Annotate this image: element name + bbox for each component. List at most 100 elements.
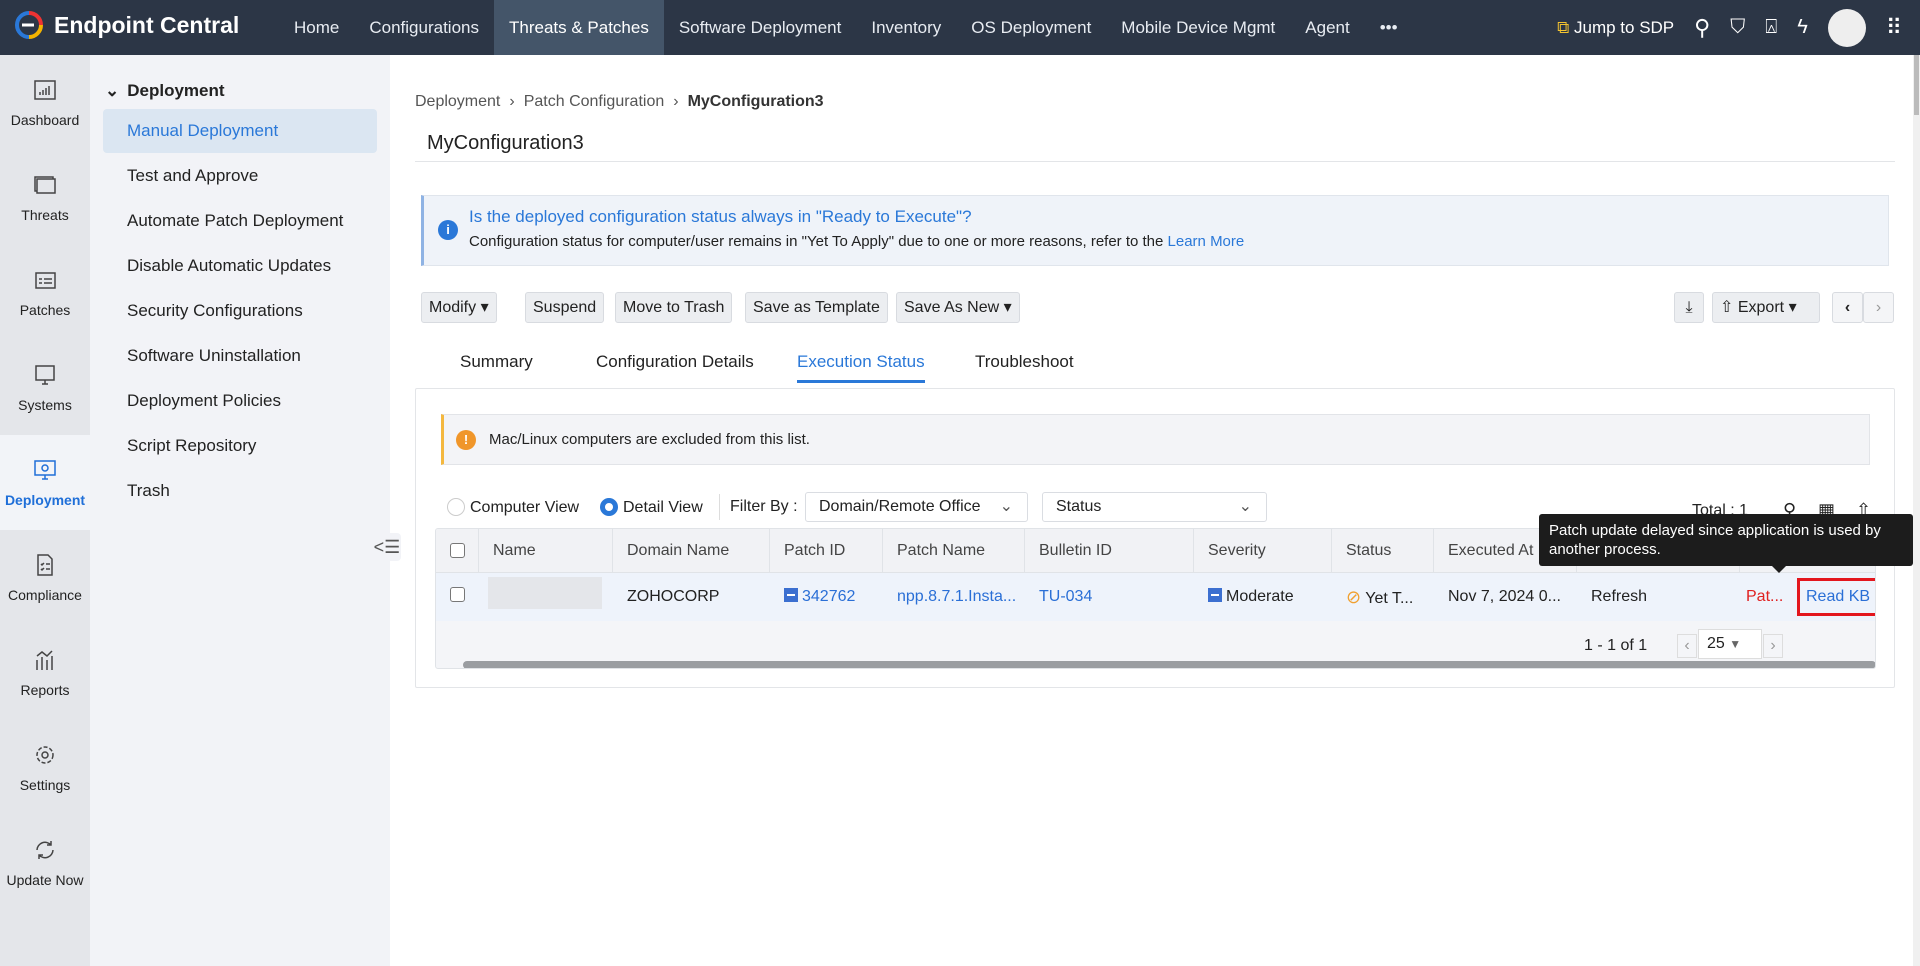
collapse-sidebar-icon[interactable]: <☰ — [373, 533, 401, 561]
rail-dashboard[interactable]: Dashboard — [0, 55, 90, 150]
radio-on — [600, 498, 618, 516]
cell-remarks: Refresh — [1591, 588, 1648, 605]
name-redacted — [488, 577, 602, 609]
row-checkbox[interactable] — [450, 587, 465, 602]
caret-down-icon: ▼ — [1729, 637, 1742, 651]
search-icon[interactable]: ⚲ — [1694, 15, 1710, 41]
col-patch-name[interactable]: Patch Name — [883, 529, 1025, 573]
domain-filter-select[interactable]: Domain/Remote Office ⌄ — [805, 492, 1028, 522]
table-row[interactable]: ZOHOCORP 342762 npp.8.7.1.Insta... TU-03… — [436, 573, 1875, 668]
rail-threats[interactable]: Threats — [0, 150, 90, 245]
shield-alert-icon[interactable]: ⛉ — [1730, 16, 1745, 39]
sidebar-item-script-repository[interactable]: Script Repository — [103, 424, 377, 468]
cell-patch-id[interactable]: 342762 — [770, 573, 855, 621]
chevron-right-icon: › — [673, 93, 679, 110]
logo-icon — [15, 11, 43, 39]
apps-grid-icon[interactable]: ⠿ — [1886, 15, 1902, 41]
page-scrollbar[interactable] — [1913, 55, 1920, 966]
sidebar-item-test-approve[interactable]: Test and Approve — [103, 154, 377, 198]
info-banner: i Is the deployed configuration status a… — [421, 195, 1889, 266]
radio-off — [447, 498, 465, 516]
main-nav: Home Configurations Threats & Patches So… — [279, 0, 1413, 55]
rail-update-now[interactable]: Update Now — [0, 815, 90, 910]
breadcrumb-current: MyConfiguration3 — [687, 93, 824, 110]
cell-patch-name[interactable]: npp.8.7.1.Insta... — [883, 573, 1025, 621]
sidebar-item-deployment-policies[interactable]: Deployment Policies — [103, 379, 377, 423]
learn-more-link[interactable]: Learn More — [1168, 233, 1245, 250]
nav-software-deployment[interactable]: Software Deployment — [664, 0, 857, 55]
tab-summary[interactable]: Summary — [460, 352, 533, 372]
top-bar: Endpoint Central Home Configurations Thr… — [0, 0, 1920, 55]
save-as-template-button[interactable]: Save as Template — [745, 292, 888, 323]
caret-down-icon: ▾ — [1003, 299, 1012, 316]
pagination-range: 1 - 1 of 1 — [1584, 637, 1648, 654]
rail-deployment[interactable]: Deployment — [0, 435, 90, 530]
jump-to-sdp[interactable]: ⧉ Jump to SDP — [1557, 18, 1674, 38]
next-button[interactable]: › — [1863, 292, 1894, 323]
cell-error-message[interactable]: Pat... — [1746, 573, 1783, 621]
rail-systems[interactable]: Systems — [0, 340, 90, 435]
lightning-icon[interactable]: ϟ — [1797, 16, 1808, 39]
avatar[interactable] — [1827, 8, 1866, 47]
sidebar-item-software-uninstall[interactable]: Software Uninstallation — [103, 334, 377, 378]
rail-patches[interactable]: Patches — [0, 245, 90, 340]
nav-inventory[interactable]: Inventory — [856, 0, 956, 55]
per-page-select[interactable]: 25 ▼ — [1698, 629, 1762, 659]
modify-button[interactable]: Modify ▾ — [421, 292, 497, 323]
status-filter-select[interactable]: Status ⌄ — [1042, 492, 1267, 522]
save-as-new-button[interactable]: Save As New ▾ — [896, 292, 1020, 323]
rail-settings[interactable]: Settings — [0, 720, 90, 815]
page-prev-button[interactable]: ‹ — [1677, 634, 1697, 658]
refresh-icon — [36, 840, 54, 859]
nav-home[interactable]: Home — [279, 0, 354, 55]
col-patch-id[interactable]: Patch ID — [770, 529, 883, 573]
read-kb-link[interactable]: Read KB — [1797, 578, 1875, 616]
page-next-button[interactable]: › — [1763, 634, 1783, 658]
nav-more[interactable]: ••• — [1365, 0, 1413, 55]
breadcrumb: Deployment › Patch Configuration › MyConfi… — [415, 93, 824, 111]
tab-troubleshoot[interactable]: Troubleshoot — [975, 352, 1074, 372]
breadcrumb-deployment[interactable]: Deployment — [415, 93, 500, 111]
download-button[interactable]: ⤓ — [1674, 292, 1704, 323]
info-question-link[interactable]: Is the deployed configuration status alw… — [469, 207, 972, 227]
caret-down-icon: ▾ — [480, 299, 489, 316]
nav-mdm[interactable]: Mobile Device Mgmt — [1106, 0, 1290, 55]
rail-compliance[interactable]: Compliance — [0, 530, 90, 625]
nav-os-deployment[interactable]: OS Deployment — [956, 0, 1106, 55]
tab-configuration-details[interactable]: Configuration Details — [596, 352, 754, 372]
warning-banner: ! Mac/Linux computers are excluded from … — [441, 414, 1870, 465]
breadcrumb-patch-configuration[interactable]: Patch Configuration — [524, 93, 665, 111]
previous-button[interactable]: ‹ — [1832, 292, 1863, 323]
col-status[interactable]: Status — [1332, 529, 1434, 573]
sidebar-section-deployment[interactable]: ⌄ Deployment — [105, 81, 225, 101]
dashboard-icon — [34, 79, 56, 100]
col-name[interactable]: Name — [479, 529, 613, 573]
sidebar-item-manual-deployment[interactable]: Manual Deployment — [103, 109, 377, 153]
sidebar-item-security-configs[interactable]: Security Configurations — [103, 289, 377, 333]
col-domain[interactable]: Domain Name — [613, 529, 770, 573]
computer-view-radio[interactable]: Computer View — [447, 498, 579, 517]
app-logo[interactable]: Endpoint Central — [14, 10, 239, 40]
nav-threats-patches[interactable]: Threats & Patches — [493, 0, 664, 55]
move-to-trash-button[interactable]: Move to Trash — [615, 292, 733, 323]
suspend-button[interactable]: Suspend — [525, 292, 605, 323]
scrollbar-thumb[interactable] — [1914, 55, 1919, 115]
sidebar-item-disable-updates[interactable]: Disable Automatic Updates — [103, 244, 377, 288]
horizontal-scrollbar[interactable] — [463, 661, 1875, 668]
cell-executed-at: Nov 7, 2024 0... — [1448, 588, 1561, 605]
cell-severity: Moderate — [1194, 573, 1294, 621]
page-title: MyConfiguration3 — [427, 132, 584, 154]
col-severity[interactable]: Severity — [1194, 529, 1332, 573]
export-button[interactable]: ⇧ Export ▾ — [1712, 292, 1820, 323]
tab-execution-status[interactable]: Execution Status — [797, 352, 925, 383]
rail-reports[interactable]: Reports — [0, 625, 90, 720]
select-all-checkbox[interactable] — [450, 543, 465, 558]
nav-agent[interactable]: Agent — [1290, 0, 1364, 55]
detail-view-radio[interactable]: Detail View — [600, 498, 703, 517]
nav-configurations[interactable]: Configurations — [354, 0, 494, 55]
sidebar-item-trash[interactable]: Trash — [103, 469, 377, 513]
col-bulletin-id[interactable]: Bulletin ID — [1025, 529, 1194, 573]
sidebar-item-automate[interactable]: Automate Patch Deployment — [103, 199, 377, 243]
rocket-icon[interactable]: ⍓ — [1765, 16, 1777, 39]
cell-bulletin-id[interactable]: TU-034 — [1025, 573, 1092, 621]
